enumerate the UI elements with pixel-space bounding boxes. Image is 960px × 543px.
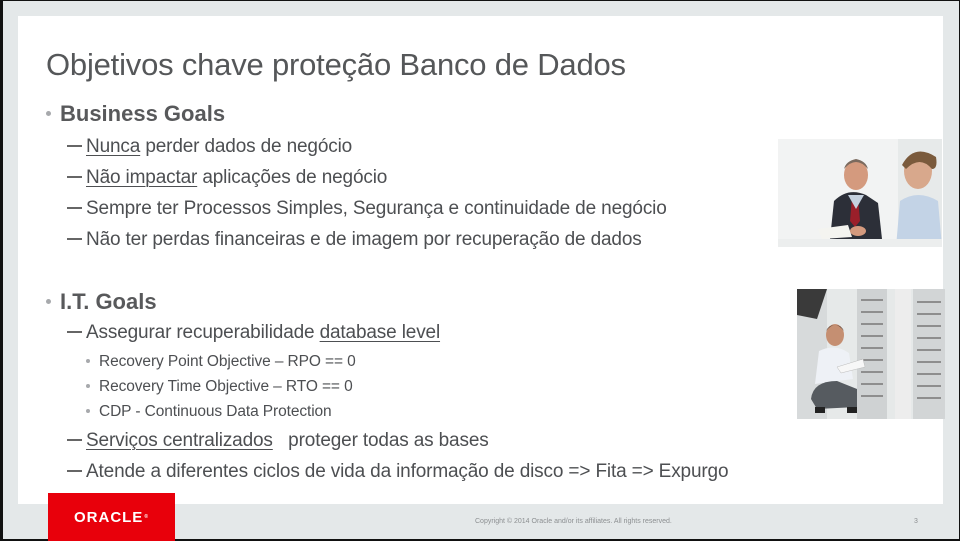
list-item: Assegurar recuperabilidade database leve…: [67, 322, 440, 344]
bullet-icon: [46, 298, 51, 304]
dash-icon: [67, 176, 82, 178]
bullet-icon: [46, 110, 51, 116]
list-item: Sempre ter Processos Simples, Segurança …: [67, 198, 667, 220]
business-meeting-photo: [778, 139, 942, 247]
dash-icon: [67, 145, 82, 147]
slide-frame: Objetivos chave proteção Banco de Dados …: [0, 0, 960, 541]
sub-list-item: Recovery Point Objective – RPO == 0: [86, 353, 356, 371]
list-item: Não impactar aplicações de negócio: [67, 167, 387, 189]
page-number: 3: [914, 518, 918, 525]
list-item: Atende a diferentes ciclos de vida da in…: [67, 461, 729, 483]
dash-icon: [67, 238, 82, 240]
business-meeting-illustration: [778, 139, 942, 247]
section-heading-it-goals: I.T. Goals: [46, 289, 157, 315]
bullet-icon: [86, 383, 90, 388]
oracle-logo: ORACLE ®: [48, 493, 175, 541]
bullet-icon: [86, 358, 90, 363]
dash-icon: [67, 439, 82, 441]
list-item: Serviços centralizados proteger todas as…: [67, 430, 489, 452]
copyright-notice: Copyright © 2014 Oracle and/or its affil…: [475, 518, 672, 525]
dash-icon: [67, 470, 82, 472]
slide-title: Objetivos chave proteção Banco de Dados: [46, 47, 626, 82]
sub-list-item: CDP - Continuous Data Protection: [86, 403, 332, 421]
list-item: Nunca perder dados de negócio: [67, 136, 352, 158]
section-heading-business-goals: Business Goals: [46, 101, 225, 127]
dash-icon: [67, 207, 82, 209]
bullet-icon: [86, 408, 90, 413]
slide-content-panel: Objetivos chave proteção Banco de Dados …: [18, 16, 945, 504]
registered-mark: ®: [144, 514, 150, 520]
datacenter-illustration: [797, 289, 945, 419]
sub-list-item: Recovery Time Objective – RTO == 0: [86, 378, 353, 396]
datacenter-photo: [797, 289, 945, 419]
list-item: Não ter perdas financeiras e de imagem p…: [67, 229, 642, 251]
dash-icon: [67, 331, 82, 333]
